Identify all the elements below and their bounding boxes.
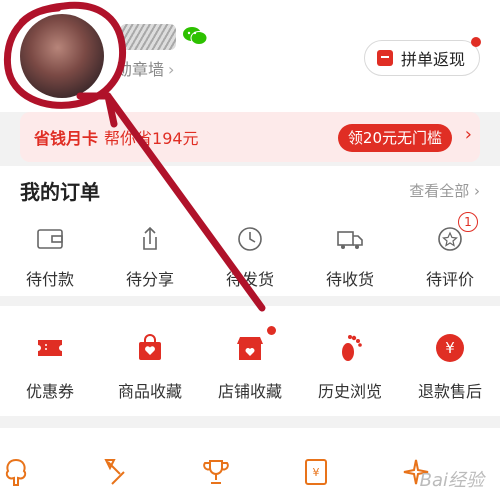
service-label: 店铺收藏	[217, 382, 282, 401]
order-status-label: 待评价	[425, 270, 474, 289]
chevron-right-icon: ›	[464, 124, 472, 145]
service-store-favorites[interactable]: 店铺收藏	[200, 326, 300, 416]
group-gift-icon	[377, 50, 393, 66]
group-cashback-label: 拼单返现	[401, 50, 466, 69]
promo-title: 省钱月卡	[34, 129, 99, 148]
service-label: 历史浏览	[317, 382, 382, 401]
order-status-label: 待发货	[225, 270, 274, 289]
notification-dot	[267, 326, 276, 335]
tool-item[interactable]	[0, 456, 100, 500]
my-orders-section: 我的订单 查看全部 › 待付款 待分享 待发货 待收货 待评价 1	[0, 166, 500, 296]
badge-wall-link[interactable]: 勋章墙 ›	[116, 56, 174, 80]
store-favorite-icon	[237, 337, 263, 360]
order-status-label: 待分享	[125, 270, 174, 289]
refund-icon: ¥	[436, 334, 464, 362]
group-cashback-button[interactable]: 拼单返现	[364, 37, 481, 76]
profile-header: 勋章墙 › 拼单返现	[0, 0, 500, 112]
review-count-badge: 1	[458, 212, 478, 232]
service-refund-aftersales[interactable]: ¥ 退款售后	[400, 332, 500, 416]
service-label: 商品收藏	[117, 382, 182, 401]
chevron-right-icon: ›	[168, 60, 175, 79]
wechat-icon	[183, 27, 208, 45]
username-redacted	[120, 24, 176, 50]
axe-icon	[104, 459, 125, 485]
promo-subtitle: 帮你省194元	[104, 129, 199, 148]
service-coupons[interactable]: 优惠券	[0, 332, 100, 416]
truck-icon	[337, 231, 363, 249]
user-avatar[interactable]	[20, 14, 104, 98]
share-icon	[143, 226, 157, 250]
order-status-to-review[interactable]: 待评价 1	[400, 212, 500, 294]
tool-item[interactable]	[100, 456, 200, 500]
clock-icon	[238, 227, 262, 251]
service-label: 退款售后	[417, 382, 482, 401]
order-status-to-ship[interactable]: 待发货	[200, 224, 300, 294]
notification-dot	[471, 37, 481, 47]
svg-text:¥: ¥	[313, 466, 320, 479]
svg-text:¥: ¥	[445, 339, 455, 357]
monthly-card-banner[interactable]: 省钱月卡 帮你省194元 领20元无门槛 ›	[20, 112, 480, 162]
order-status-row: 待付款 待分享 待发货 待收货 待评价 1	[0, 212, 500, 294]
footprint-icon	[342, 335, 362, 361]
order-status-to-receive[interactable]: 待收货	[300, 224, 400, 294]
view-all-orders-link[interactable]: 查看全部 ›	[409, 180, 480, 201]
coupon-icon	[38, 340, 62, 356]
tree-icon	[5, 458, 27, 486]
service-browsing-history[interactable]: 历史浏览	[300, 332, 400, 416]
order-status-to-share[interactable]: 待分享	[100, 224, 200, 294]
services-section: 优惠券 商品收藏 店铺收藏 历史浏览 ¥ 退款售后	[0, 306, 500, 416]
tool-item[interactable]	[200, 456, 300, 500]
trophy-icon	[203, 460, 229, 484]
tool-item[interactable]: ¥	[300, 456, 400, 500]
favorite-bag-icon	[139, 334, 161, 360]
badge-wall-label: 勋章墙	[116, 60, 165, 79]
red-envelope-icon: ¥	[305, 459, 327, 485]
wallet-icon	[37, 229, 63, 249]
promo-cta-button[interactable]: 领20元无门槛	[337, 124, 452, 152]
service-product-favorites[interactable]: 商品收藏	[100, 332, 200, 416]
watermark: Bai经验	[419, 470, 484, 491]
order-status-label: 待付款	[25, 270, 74, 289]
service-label: 优惠券	[25, 382, 74, 401]
view-all-label: 查看全部	[409, 182, 470, 200]
orders-title: 我的订单	[20, 180, 100, 204]
order-status-label: 待收货	[325, 270, 374, 289]
order-status-pending-payment[interactable]: 待付款	[0, 224, 100, 294]
